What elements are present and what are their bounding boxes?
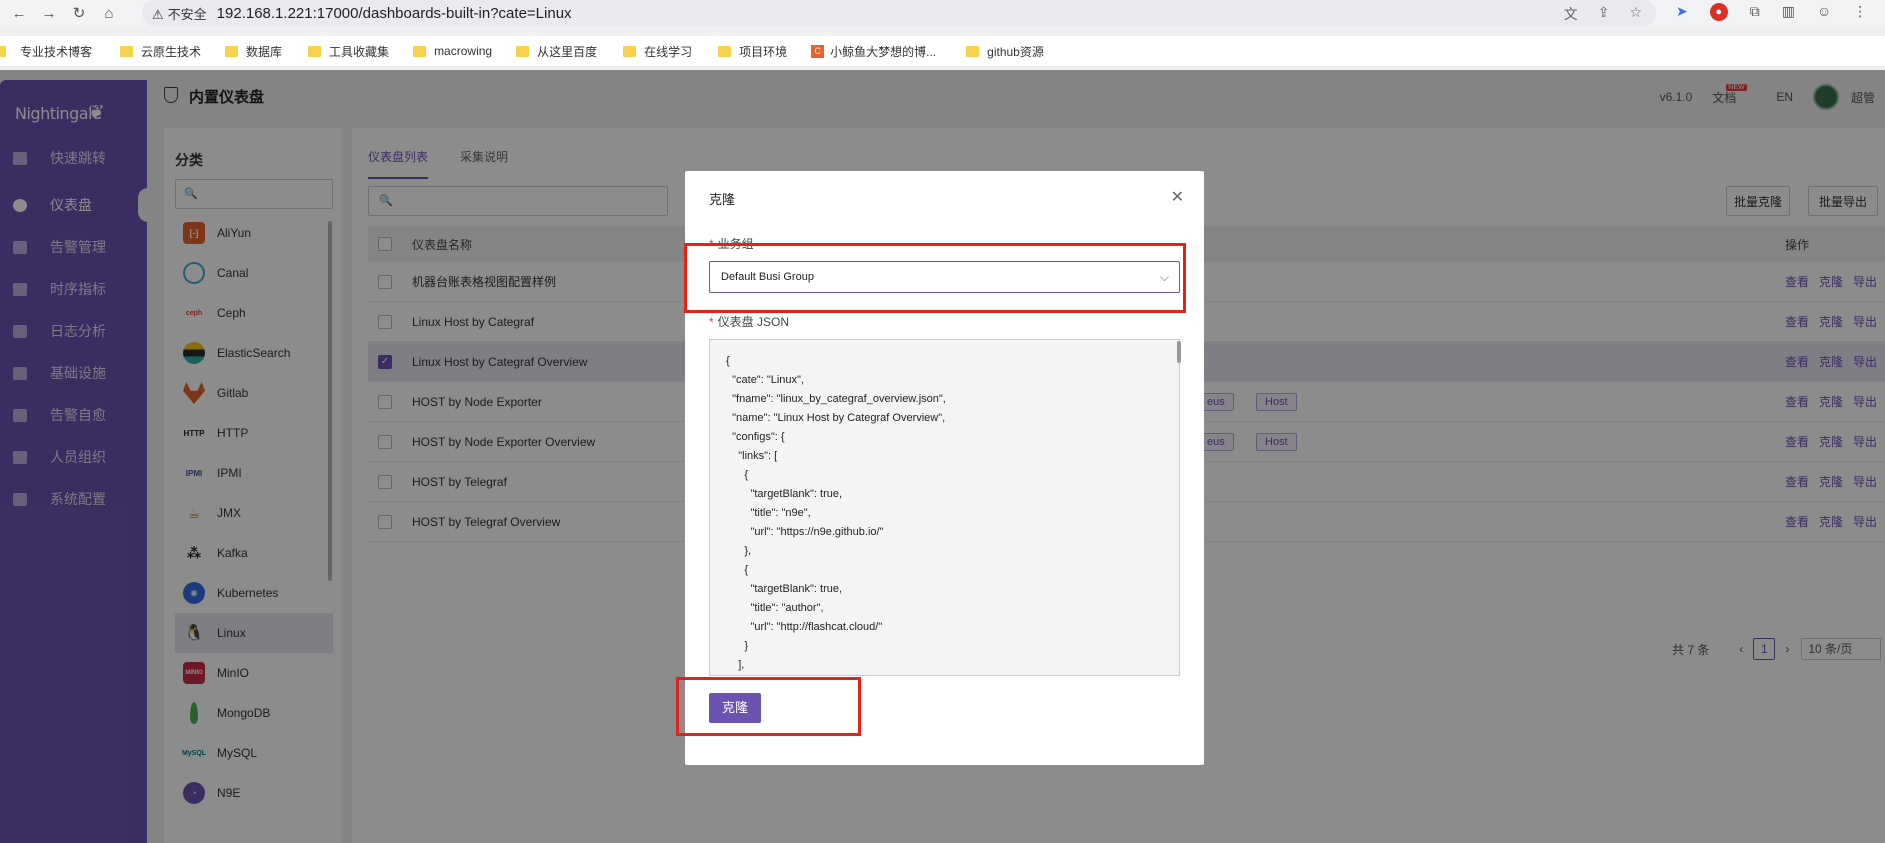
bookmark-item[interactable]: 专业技术博客 bbox=[0, 43, 104, 60]
folder-icon bbox=[120, 45, 134, 57]
warning-icon: ⚠ bbox=[152, 6, 164, 22]
folder-icon bbox=[623, 45, 637, 57]
bookmark-item[interactable]: 数据库 bbox=[221, 43, 294, 60]
bookmark-item[interactable]: C 小鲸鱼大梦想的博... bbox=[807, 43, 948, 60]
json-scrollbar[interactable] bbox=[1177, 341, 1181, 363]
folder-icon bbox=[516, 45, 530, 57]
csdn-icon: C bbox=[811, 44, 825, 58]
bookmarks-bar: 专业技术博客 云原生技术 数据库 工具收藏集 macrowing 从这里百度 在… bbox=[0, 36, 1885, 66]
modal-title: 克隆 bbox=[709, 192, 736, 207]
bookmark-item[interactable]: macrowing bbox=[409, 44, 504, 58]
extension-bird-icon[interactable]: ➤ bbox=[1676, 3, 1688, 21]
bookmark-item[interactable]: 工具收藏集 bbox=[304, 43, 401, 60]
folder-icon bbox=[225, 45, 239, 57]
reload-icon[interactable]: ↻ bbox=[64, 4, 94, 22]
folder-icon bbox=[966, 45, 980, 57]
folder-icon bbox=[413, 45, 427, 57]
bookmark-item[interactable]: 云原生技术 bbox=[116, 43, 213, 60]
bookmark-item[interactable]: 项目环境 bbox=[714, 43, 799, 60]
address-bar[interactable]: ⚠ 不安全 192.168.1.221:17000/dashboards-buil… bbox=[142, 0, 1656, 26]
insecure-label: 不安全 bbox=[167, 6, 207, 22]
forward-icon[interactable]: → bbox=[34, 5, 64, 22]
profile-icon[interactable]: ☺ bbox=[1817, 3, 1831, 21]
folder-icon bbox=[718, 45, 732, 57]
json-label: * 仪表盘 JSON bbox=[709, 315, 790, 329]
insecure-indicator[interactable]: ⚠ 不安全 bbox=[152, 4, 207, 23]
url-text[interactable]: 192.168.1.221:17000/dashboards-built-in?… bbox=[217, 5, 572, 22]
annotation-box bbox=[684, 243, 1186, 313]
translate-icon[interactable]: 文 bbox=[1564, 4, 1578, 24]
extension-red-icon[interactable]: ● bbox=[1709, 3, 1728, 21]
sidepanel-icon[interactable]: ▥ bbox=[1782, 3, 1795, 21]
bookmark-item[interactable]: github资源 bbox=[962, 43, 1056, 60]
extensions: ➤ ● ⧉ ▥ ☺ ⋮ bbox=[1676, 3, 1867, 21]
extensions-puzzle-icon[interactable]: ⧉ bbox=[1750, 3, 1760, 21]
share-icon[interactable]: ⇪ bbox=[1598, 4, 1610, 24]
back-icon[interactable]: ← bbox=[4, 5, 34, 22]
bookmark-star-icon[interactable]: ☆ bbox=[1629, 4, 1642, 24]
bookmark-item[interactable]: 从这里百度 bbox=[512, 43, 609, 60]
browser-menu-icon[interactable]: ⋮ bbox=[1853, 3, 1867, 21]
close-icon[interactable]: ✕ bbox=[1171, 187, 1184, 207]
annotation-box bbox=[676, 677, 861, 736]
bookmark-item[interactable]: 在线学习 bbox=[619, 43, 704, 60]
home-icon[interactable]: ⌂ bbox=[94, 5, 124, 22]
folder-icon bbox=[308, 45, 322, 57]
dashboard-json-textarea[interactable]: { "cate": "Linux", "fname": "linux_by_ca… bbox=[709, 339, 1180, 676]
folder-icon bbox=[0, 45, 6, 57]
